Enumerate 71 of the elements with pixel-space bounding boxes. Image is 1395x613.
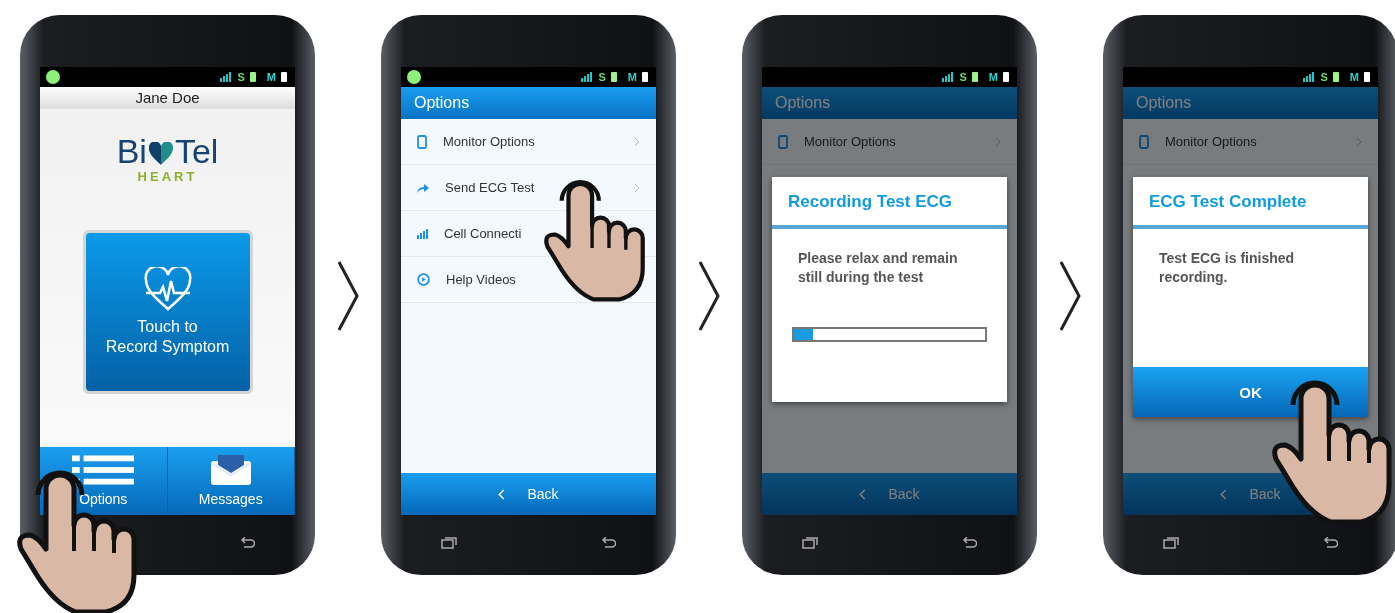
- logo-text: Bi: [116, 133, 147, 169]
- battery-icon: [249, 72, 256, 82]
- battery-icon: [1332, 72, 1339, 82]
- chevron-right-icon: [634, 182, 640, 193]
- menu-item[interactable]: Monitor Options: [762, 119, 900, 164]
- recent-apps-icon: [802, 537, 818, 549]
- screen-title: Options: [401, 87, 656, 119]
- signal-icon: [581, 72, 594, 82]
- phone-icon: [1139, 134, 1149, 149]
- battery-icon: [971, 72, 978, 82]
- signal-icon: [220, 72, 233, 82]
- status-s-label: S: [959, 71, 967, 83]
- signal-icon: [417, 228, 428, 239]
- chevron-right-icon: [1356, 136, 1362, 147]
- menu-item[interactable]: Help Videos: [401, 257, 520, 302]
- chevron-icon: [336, 260, 360, 332]
- heart-ecg-icon: [143, 267, 192, 311]
- status-s-label: S: [237, 71, 245, 83]
- status-m-label: M: [1349, 71, 1359, 83]
- dialog-title: ECG Test Complete: [1133, 177, 1368, 229]
- user-name: Jane Doe: [40, 87, 295, 109]
- dialog-message: Please relax and remain still during the test: [797, 249, 959, 287]
- status-s-label: S: [598, 71, 606, 83]
- chevron-left-icon: [1220, 488, 1228, 500]
- chevron-right-icon: [634, 136, 640, 147]
- status-m-label: M: [988, 71, 998, 83]
- heart-logo-icon: [147, 142, 174, 166]
- menu-item[interactable]: Monitor Options: [1123, 119, 1261, 164]
- back-arrow-icon: [600, 537, 616, 549]
- dialog-message: Test ECG is finished recording.: [1158, 249, 1296, 287]
- battery-icon: [1364, 72, 1370, 82]
- status-m-label: M: [627, 71, 637, 83]
- battery-icon: [1003, 72, 1009, 82]
- menu-item[interactable]: Cell Connecti: [401, 211, 526, 256]
- chevron-left-icon: [859, 488, 867, 500]
- chevron-icon: [697, 260, 721, 332]
- logo-subtitle: HEART: [137, 169, 198, 184]
- back-arrow-icon: [239, 537, 255, 549]
- status-s-label: S: [1320, 71, 1328, 83]
- list-icon: [72, 455, 135, 485]
- status-m-label: M: [266, 71, 276, 83]
- menu-item[interactable]: Send ECG Test: [401, 165, 539, 210]
- share-arrow-icon: [417, 182, 429, 193]
- screen-title: Options: [762, 87, 1017, 119]
- battery-icon: [281, 72, 287, 82]
- back-arrow-icon: [1322, 537, 1338, 549]
- chevron-left-icon: [498, 488, 506, 500]
- chevron-icon: [1058, 260, 1082, 332]
- recent-apps-icon: [1163, 537, 1179, 549]
- play-icon: [417, 273, 430, 286]
- status-dot-icon: [46, 70, 60, 84]
- back-arrow-icon: [961, 537, 977, 549]
- battery-icon: [642, 72, 648, 82]
- screen-title: Options: [1123, 87, 1378, 119]
- tab-button[interactable]: Messages: [167, 447, 295, 515]
- recent-apps-icon: [441, 537, 457, 549]
- back-button[interactable]: Back: [494, 482, 563, 506]
- status-dot-icon: [407, 70, 421, 84]
- battery-icon: [610, 72, 617, 82]
- chevron-right-icon: [995, 136, 1001, 147]
- signal-icon: [1303, 72, 1316, 82]
- logo-text: Tel: [174, 133, 219, 169]
- dialog-title: Recording Test ECG: [772, 177, 1007, 229]
- signal-icon: [942, 72, 955, 82]
- phone-icon: [778, 134, 788, 149]
- phone-icon: [417, 134, 427, 149]
- envelope-icon: [210, 455, 251, 485]
- record-symptom-button[interactable]: Touch to Record Symptom: [85, 233, 250, 391]
- back-button[interactable]: Back: [855, 482, 924, 506]
- back-button[interactable]: Back: [1216, 482, 1285, 506]
- menu-item[interactable]: Monitor Options: [401, 119, 539, 164]
